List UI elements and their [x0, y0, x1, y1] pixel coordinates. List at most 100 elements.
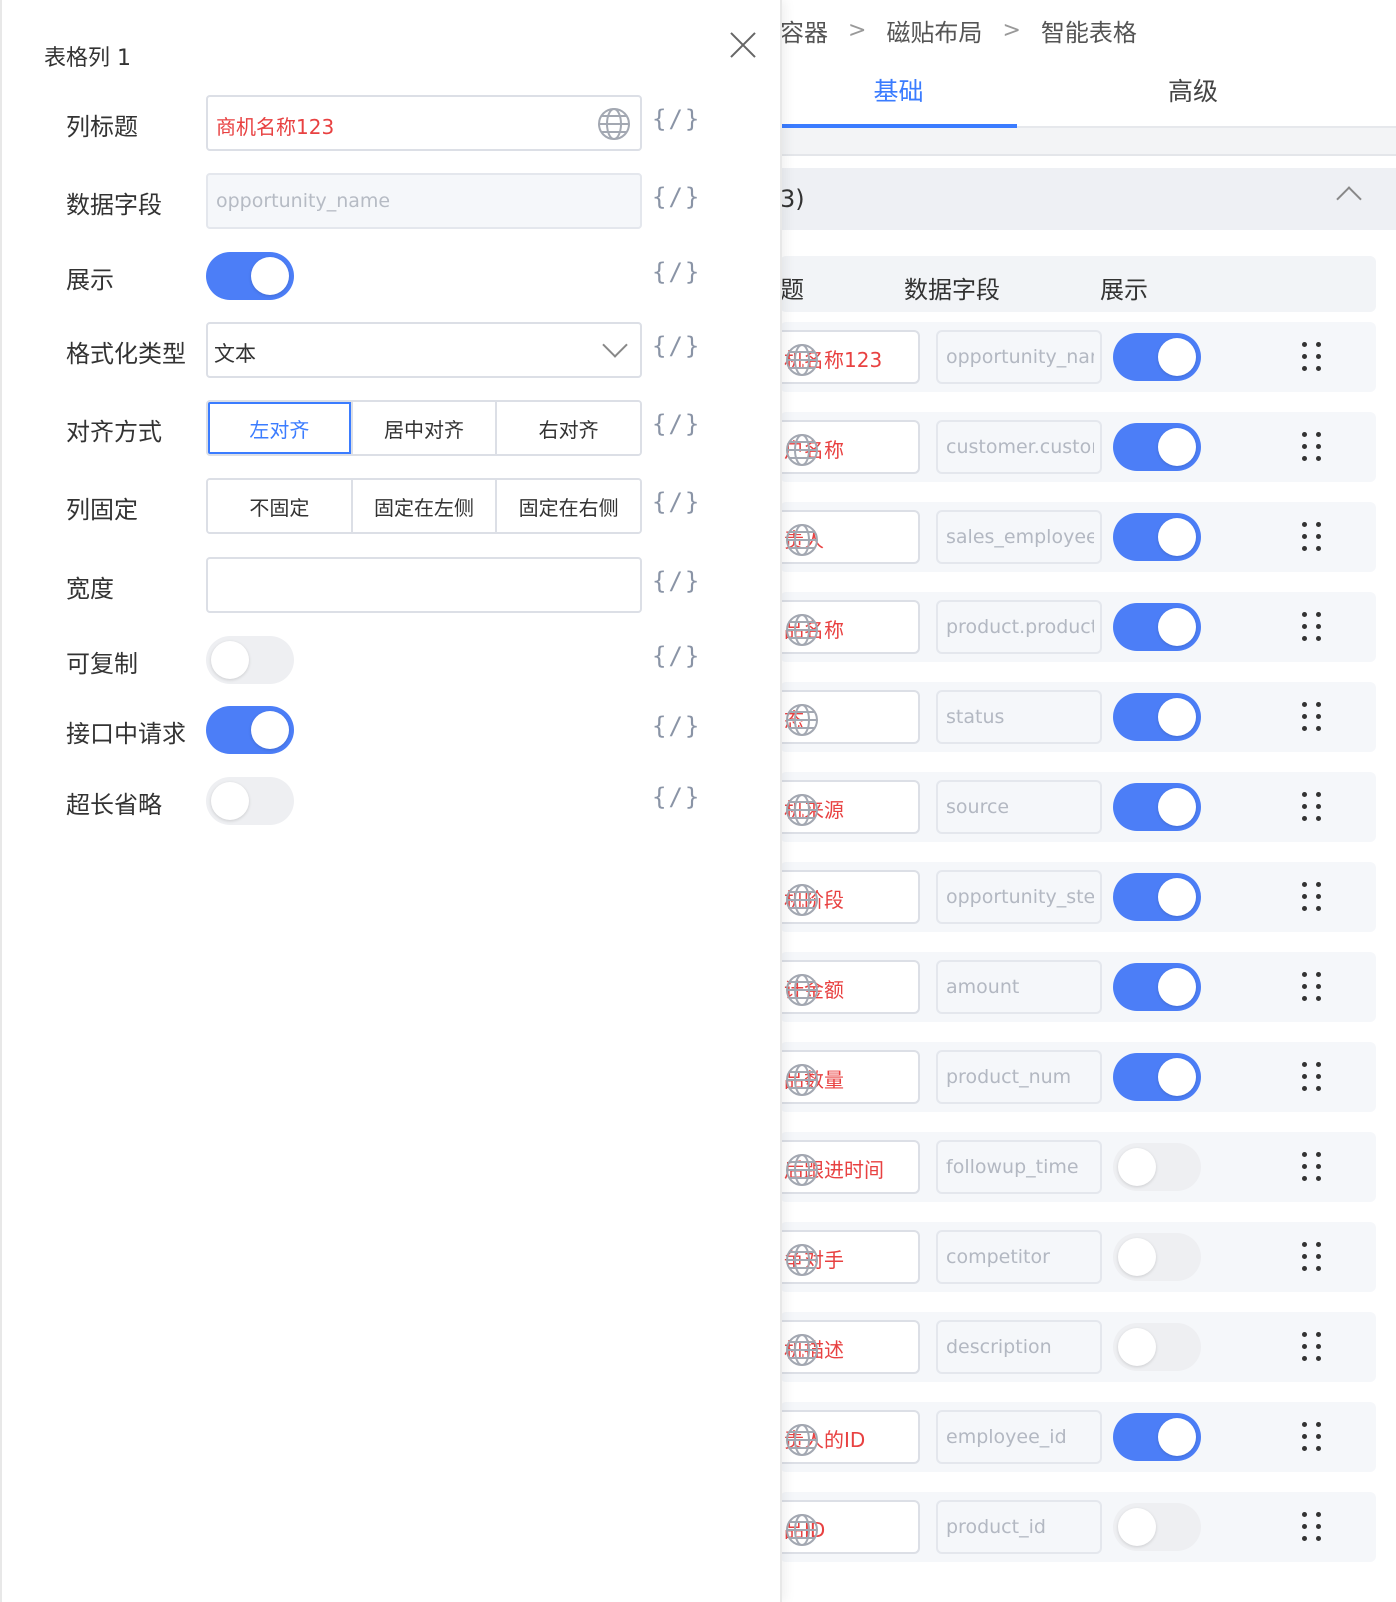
row-title-input[interactable]: 态: [780, 690, 920, 744]
row-field-input[interactable]: sales_employee.employee_name: [936, 510, 1102, 564]
copyable-toggle[interactable]: [206, 636, 294, 684]
data-field-input[interactable]: opportunity_name: [206, 173, 642, 229]
row-field-input[interactable]: opportunity_step: [936, 870, 1102, 924]
drag-handle-icon[interactable]: [1302, 1512, 1322, 1542]
row-field-input[interactable]: opportunity_name: [936, 330, 1102, 384]
row-field-input[interactable]: amount: [936, 960, 1102, 1014]
row-title-input[interactable]: 争对手: [780, 1230, 920, 1284]
row-title-input[interactable]: 机名称123: [780, 330, 920, 384]
column-title-input[interactable]: 商机名称123: [206, 95, 642, 151]
close-icon[interactable]: [728, 30, 758, 60]
row-show-toggle[interactable]: [1113, 1503, 1201, 1551]
row-field-input[interactable]: customer.customer_name: [936, 420, 1102, 474]
drag-handle-icon[interactable]: [1302, 612, 1322, 642]
row-title-input[interactable]: 机描述: [780, 1320, 920, 1374]
drag-handle-icon[interactable]: [1302, 522, 1322, 552]
row-title-input[interactable]: 责人: [780, 510, 920, 564]
breadcrumb-item[interactable]: 容器: [780, 13, 828, 48]
align-left-option[interactable]: 左对齐: [208, 402, 351, 454]
row-field-input[interactable]: product_num: [936, 1050, 1102, 1104]
breadcrumb-item[interactable]: 磁贴布局: [886, 13, 982, 48]
globe-icon[interactable]: [784, 972, 884, 1013]
row-show-toggle[interactable]: [1113, 333, 1201, 381]
row-show-toggle[interactable]: [1113, 1143, 1201, 1191]
drag-handle-icon[interactable]: [1302, 1422, 1322, 1452]
expression-icon[interactable]: {/}: [652, 258, 701, 286]
breadcrumb-item[interactable]: 智能表格: [1041, 13, 1137, 48]
expression-icon[interactable]: {/}: [652, 642, 701, 670]
expression-icon[interactable]: {/}: [652, 332, 701, 360]
row-title-input[interactable]: 机来源: [780, 780, 920, 834]
columns-group-header[interactable]: 3): [780, 168, 1396, 230]
fixed-right-option[interactable]: 固定在右侧: [495, 480, 640, 532]
drag-handle-icon[interactable]: [1302, 792, 1322, 822]
width-input[interactable]: [206, 557, 642, 613]
row-show-toggle[interactable]: [1113, 603, 1201, 651]
globe-icon[interactable]: [784, 1332, 884, 1373]
expression-icon[interactable]: {/}: [652, 183, 701, 211]
row-title-input[interactable]: 计金额: [780, 960, 920, 1014]
tab-basic[interactable]: 基础: [780, 56, 1017, 128]
globe-icon[interactable]: [784, 1062, 884, 1103]
globe-icon[interactable]: [784, 792, 884, 833]
globe-icon[interactable]: [784, 702, 884, 743]
row-show-toggle[interactable]: [1113, 1233, 1201, 1281]
row-show-toggle[interactable]: [1113, 783, 1201, 831]
globe-icon[interactable]: [784, 882, 884, 923]
globe-icon[interactable]: [596, 106, 632, 146]
row-title-input[interactable]: 品数量: [780, 1050, 920, 1104]
tab-advanced[interactable]: 高级: [1017, 56, 1369, 128]
row-title-input[interactable]: 品ID: [780, 1500, 920, 1554]
row-show-toggle[interactable]: [1113, 513, 1201, 561]
globe-icon[interactable]: [784, 522, 884, 563]
globe-icon[interactable]: [784, 1512, 884, 1553]
drag-handle-icon[interactable]: [1302, 1242, 1322, 1272]
ellipsis-toggle[interactable]: [206, 777, 294, 825]
row-show-toggle[interactable]: [1113, 1053, 1201, 1101]
row-show-toggle[interactable]: [1113, 423, 1201, 471]
row-title-input[interactable]: 机阶段: [780, 870, 920, 924]
row-show-toggle[interactable]: [1113, 1413, 1201, 1461]
globe-icon[interactable]: [784, 342, 884, 383]
row-field-input[interactable]: product.product_name: [936, 600, 1102, 654]
fixed-left-option[interactable]: 固定在左侧: [350, 480, 496, 532]
drag-handle-icon[interactable]: [1302, 882, 1322, 912]
row-title-input[interactable]: 后跟进时间: [780, 1140, 920, 1194]
row-field-input[interactable]: followup_time: [936, 1140, 1102, 1194]
chevron-up-icon[interactable]: [1336, 186, 1362, 212]
drag-handle-icon[interactable]: [1302, 972, 1322, 1002]
globe-icon[interactable]: [784, 1422, 884, 1463]
row-field-input[interactable]: employee_id: [936, 1410, 1102, 1464]
row-show-toggle[interactable]: [1113, 693, 1201, 741]
api-request-toggle[interactable]: [206, 706, 294, 754]
expression-icon[interactable]: {/}: [652, 567, 701, 595]
drag-handle-icon[interactable]: [1302, 1332, 1322, 1362]
row-field-input[interactable]: status: [936, 690, 1102, 744]
show-toggle[interactable]: [206, 252, 294, 300]
row-field-input[interactable]: source: [936, 780, 1102, 834]
expression-icon[interactable]: {/}: [652, 783, 701, 811]
drag-handle-icon[interactable]: [1302, 342, 1322, 372]
globe-icon[interactable]: [784, 1152, 884, 1193]
expression-icon[interactable]: {/}: [652, 488, 701, 516]
format-type-select[interactable]: 文本: [206, 322, 642, 378]
row-title-input[interactable]: 品名称: [780, 600, 920, 654]
expression-icon[interactable]: {/}: [652, 105, 701, 133]
row-field-input[interactable]: product_id: [936, 1500, 1102, 1554]
drag-handle-icon[interactable]: [1302, 1152, 1322, 1182]
globe-icon[interactable]: [784, 1242, 884, 1283]
row-field-input[interactable]: description: [936, 1320, 1102, 1374]
drag-handle-icon[interactable]: [1302, 702, 1322, 732]
row-title-input[interactable]: 户名称: [780, 420, 920, 474]
row-show-toggle[interactable]: [1113, 873, 1201, 921]
expression-icon[interactable]: {/}: [652, 410, 701, 438]
row-show-toggle[interactable]: [1113, 963, 1201, 1011]
align-right-option[interactable]: 右对齐: [495, 402, 640, 454]
drag-handle-icon[interactable]: [1302, 432, 1322, 462]
align-center-option[interactable]: 居中对齐: [350, 402, 496, 454]
globe-icon[interactable]: [784, 612, 884, 653]
row-field-input[interactable]: competitor: [936, 1230, 1102, 1284]
globe-icon[interactable]: [784, 432, 884, 473]
fixed-none-option[interactable]: 不固定: [208, 480, 351, 532]
drag-handle-icon[interactable]: [1302, 1062, 1322, 1092]
